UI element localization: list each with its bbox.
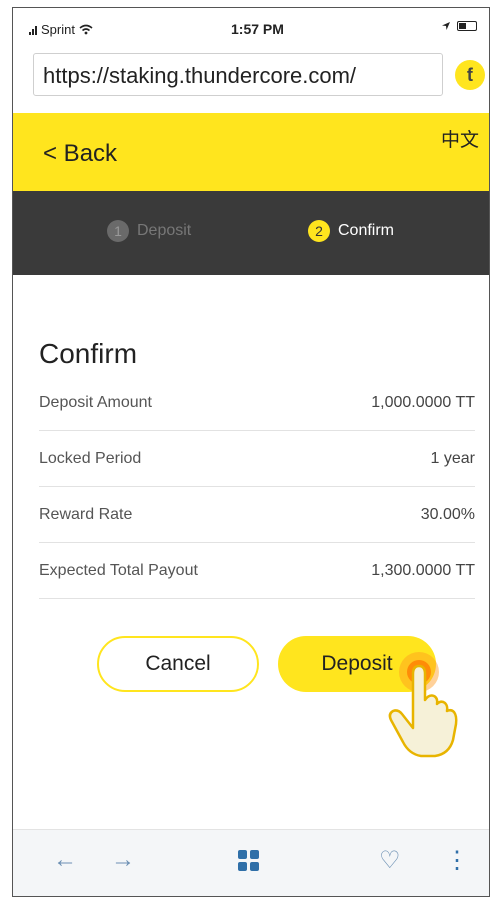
step-number: 1 — [107, 220, 129, 242]
more-menu-icon[interactable]: ⋮ — [445, 846, 469, 875]
deposit-button[interactable]: Deposit — [278, 636, 436, 692]
back-arrow-icon[interactable]: ← — [53, 846, 77, 874]
step-confirm: 2 Confirm — [308, 220, 394, 242]
forward-arrow-icon[interactable]: → — [111, 846, 135, 874]
favorite-heart-icon[interactable]: ♡ — [379, 846, 401, 875]
status-time: 1:57 PM — [231, 21, 284, 37]
wifi-icon — [79, 24, 93, 35]
url-bar[interactable]: https://staking.thundercore.com/ — [33, 53, 443, 96]
carrier-name: Sprint — [41, 22, 75, 37]
page-header: < Back 中文 — [13, 113, 489, 191]
thundercore-logo-icon[interactable]: ƭ — [455, 60, 485, 90]
row-value: 30.00% — [420, 505, 475, 523]
row-value: 1,000.0000 TT — [371, 393, 475, 411]
summary-row-locked-period: Locked Period 1 year — [39, 431, 475, 487]
step-label: Confirm — [338, 222, 395, 239]
signal-icon — [29, 25, 37, 35]
cancel-button[interactable]: Cancel — [97, 636, 259, 692]
step-label: Deposit — [137, 222, 192, 239]
browser-toolbar: ← → ♡ ⋮ — [13, 829, 489, 896]
language-toggle[interactable]: 中文 — [441, 125, 479, 152]
location-arrow-icon — [442, 22, 450, 30]
summary-row-deposit-amount: Deposit Amount 1,000.0000 TT — [39, 375, 475, 431]
status-bar: Sprint 1:57 PM — [13, 8, 489, 46]
row-value: 1,300.0000 TT — [371, 561, 475, 579]
step-number: 2 — [308, 220, 330, 242]
row-value: 1 year — [430, 449, 475, 467]
battery-icon — [457, 21, 477, 31]
row-label: Locked Period — [39, 449, 142, 467]
row-label: Expected Total Payout — [39, 561, 198, 579]
phone-screen: Sprint 1:57 PM https://staking.thunderco… — [12, 7, 490, 897]
row-label: Deposit Amount — [39, 393, 152, 411]
summary-list: Deposit Amount 1,000.0000 TT Locked Peri… — [39, 375, 475, 599]
back-link[interactable]: < Back — [43, 140, 117, 168]
summary-row-reward-rate: Reward Rate 30.00% — [39, 487, 475, 543]
page-title: Confirm — [39, 338, 138, 369]
row-label: Reward Rate — [39, 505, 133, 523]
tabs-grid-icon[interactable] — [238, 850, 260, 872]
summary-row-expected-payout: Expected Total Payout 1,300.0000 TT — [39, 543, 475, 599]
progress-steps: 1 Deposit 2 Confirm — [13, 191, 489, 275]
step-deposit: 1 Deposit — [107, 220, 191, 242]
